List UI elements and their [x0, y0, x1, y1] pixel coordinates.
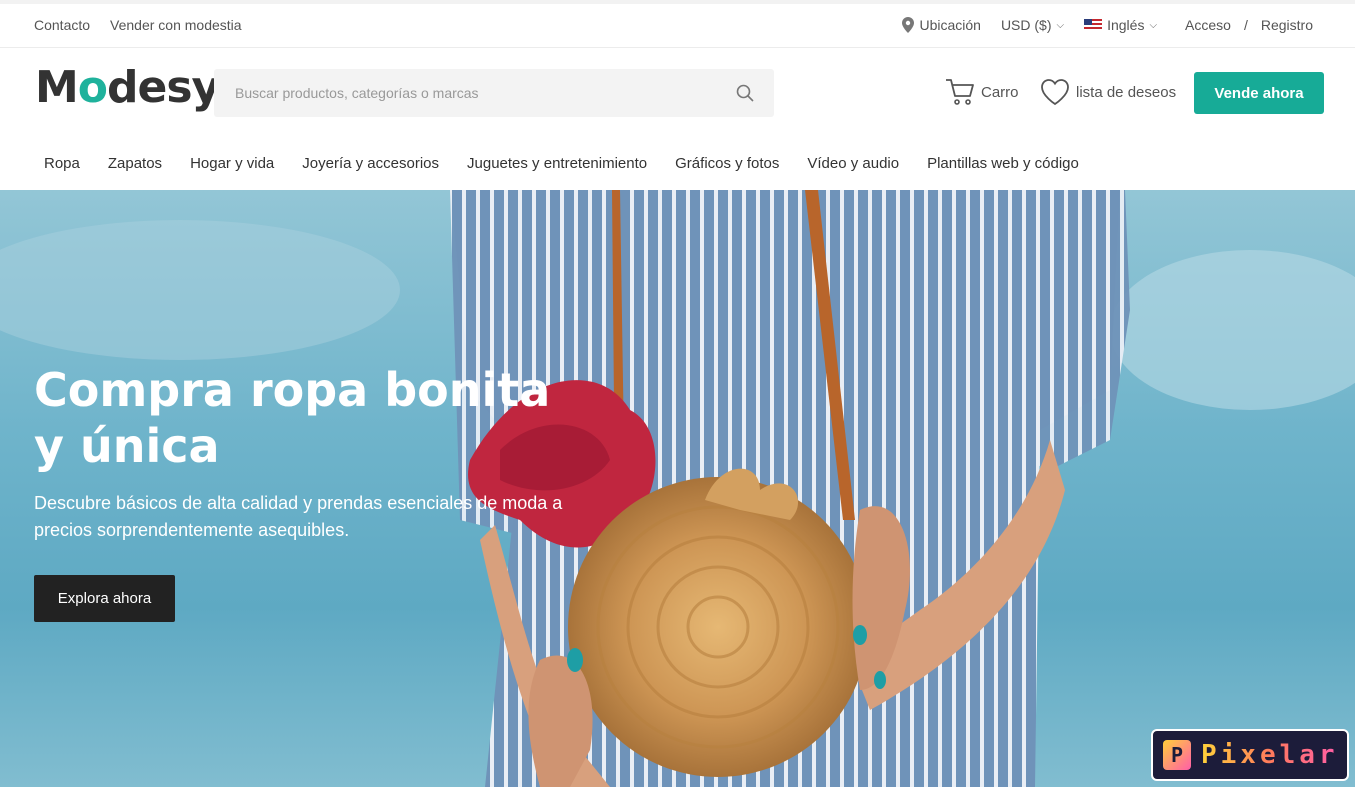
cart-button[interactable]: Carro [945, 78, 1019, 106]
nav-item-zapatos[interactable]: Zapatos [94, 155, 176, 172]
site-logo[interactable]: Modesy [35, 66, 220, 110]
language-label: Inglés [1107, 17, 1145, 33]
chevron-down-icon: ⌵ [1149, 19, 1158, 31]
category-nav: Ropa Zapatos Hogar y vida Joyería y acce… [0, 140, 1355, 190]
wishlist-label: lista de deseos [1076, 83, 1177, 101]
link-separator: / [1243, 17, 1248, 33]
search-bar [214, 69, 774, 117]
search-input[interactable] [214, 69, 694, 117]
account-links: Acceso / Registro [1185, 17, 1313, 33]
pixelar-badge: P Pixelar [1151, 729, 1349, 781]
location-selector[interactable]: Ubicación [902, 17, 981, 33]
location-label: Ubicación [919, 17, 981, 33]
logo-text-end: desy [107, 62, 220, 113]
hero-subtitle: Descubre básicos de alta calidad y prend… [34, 493, 563, 540]
wishlist-button[interactable]: lista de deseos [1040, 78, 1176, 106]
main-header: Modesy Carro lista de deseos Vende ahora [0, 48, 1355, 140]
register-link[interactable]: Registro [1261, 17, 1313, 33]
language-selector[interactable]: Inglés ⌵ [1084, 17, 1157, 33]
currency-label: USD ($) [1000, 17, 1052, 33]
explore-now-button[interactable]: Explora ahora [34, 575, 175, 622]
currency-selector[interactable]: USD ($) ⌵ [1001, 17, 1064, 33]
cart-label: Carro [981, 83, 1019, 101]
logo-text-start: M [35, 62, 79, 113]
chevron-down-icon: ⌵ [1056, 19, 1065, 31]
top-utility-bar: Contacto Vender con modestia Ubicación U… [0, 0, 1355, 48]
nav-item-video[interactable]: Vídeo y audio [793, 155, 913, 172]
search-icon[interactable] [736, 84, 754, 102]
sell-now-button[interactable]: Vende ahora [1194, 72, 1324, 114]
nav-item-juguetes[interactable]: Juguetes y entretenimiento [453, 155, 661, 172]
nav-item-ropa[interactable]: Ropa [30, 155, 94, 172]
hero-photo [0, 190, 1355, 787]
nav-item-hogar[interactable]: Hogar y vida [176, 155, 288, 172]
nav-item-graficos[interactable]: Gráficos y fotos [661, 155, 793, 172]
sell-with-modesty-link[interactable]: Vender con modestia [110, 17, 242, 33]
hero-banner: Compra ropa bonita y única Descubre bási… [0, 190, 1355, 787]
hero-title: Compra ropa bonita y única [34, 363, 551, 473]
pixelar-logo-text: Pixelar [1201, 740, 1339, 770]
us-flag-icon [1084, 19, 1103, 31]
pixelar-logo-icon: P [1163, 740, 1191, 770]
top-right-controls: Ubicación USD ($) ⌵ Inglés ⌵ Acceso / Re… [882, 17, 1313, 33]
logo-text-accent: o [77, 62, 108, 113]
contact-link[interactable]: Contacto [34, 17, 90, 33]
location-pin-icon [902, 17, 915, 33]
login-link[interactable]: Acceso [1185, 17, 1231, 33]
heart-icon [1041, 79, 1069, 106]
top-links: Contacto Vender con modestia [34, 17, 242, 33]
nav-item-joyeria[interactable]: Joyería y accesorios [288, 155, 453, 172]
cart-icon [946, 79, 974, 105]
nav-item-plantillas[interactable]: Plantillas web y código [913, 155, 1093, 172]
